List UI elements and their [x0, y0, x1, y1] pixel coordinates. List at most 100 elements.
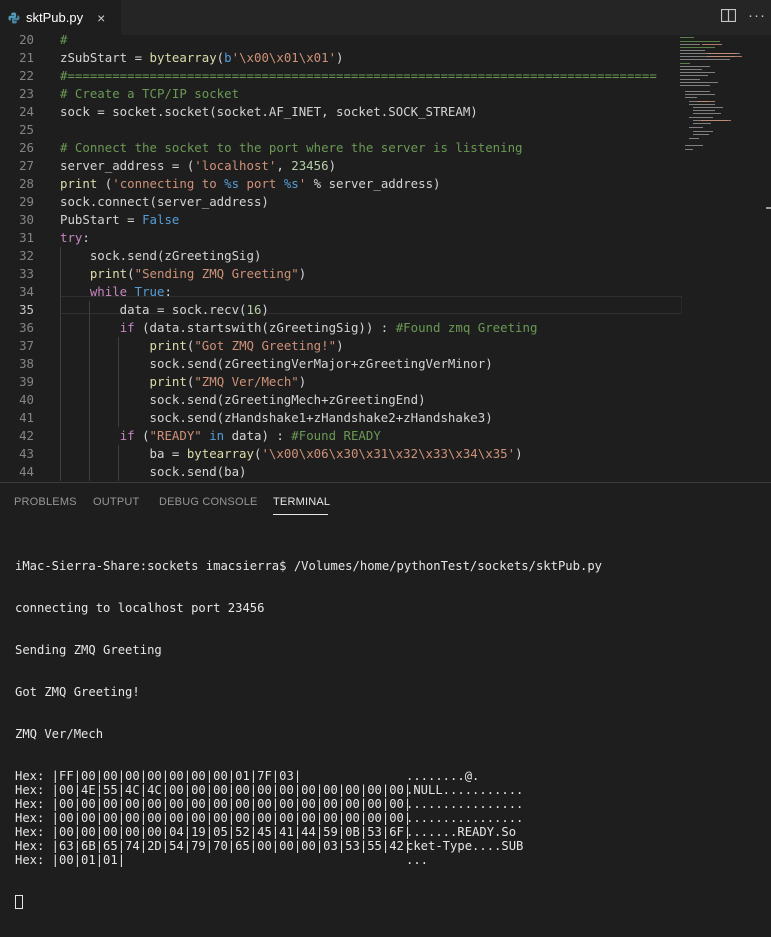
code-token: zSubStart =	[60, 50, 150, 65]
line-number: 24	[19, 104, 34, 119]
minimap[interactable]	[677, 35, 767, 165]
hex-ascii: ................	[406, 797, 524, 811]
line-number: 39	[19, 374, 34, 389]
code-token: sock.send(zHandshake1+zHandshake2+zHands…	[60, 410, 493, 425]
hex-ascii: ...	[406, 853, 429, 867]
code-text: try:	[60, 229, 90, 247]
code-token: (	[127, 266, 135, 281]
split-editor-icon[interactable]	[721, 9, 736, 22]
line-number: 22	[19, 68, 34, 83]
hex-ascii: ........@.	[406, 769, 480, 783]
code-token: sock.send(zGreetingSig)	[60, 248, 262, 263]
line-number: 20	[19, 35, 34, 47]
code-text: sock.connect(server_address)	[60, 193, 269, 211]
code-token: ,	[276, 158, 292, 173]
code-line: 41 sock.send(zHandshake1+zHandshake2+zHa…	[0, 409, 680, 427]
terminal-line: iMac-Sierra-Share:sockets imacsierra$ /V…	[15, 559, 602, 573]
hex-bytes: Hex: |00|00|00|00|00|00|00|00|00|00|00|0…	[15, 811, 412, 825]
code-text: sock.send(zHandshake1+zHandshake2+zHands…	[60, 409, 493, 427]
code-token: (	[134, 428, 150, 443]
close-icon[interactable]: ×	[97, 10, 105, 26]
terminal-line: Sending ZMQ Greeting	[15, 643, 162, 657]
editor-tab-bar: sktPub.py × ···	[0, 0, 771, 35]
code-line: 39 print("ZMQ Ver/Mech")	[0, 373, 680, 391]
tab-debug-console[interactable]: DEBUG CONSOLE	[159, 496, 258, 508]
code-line: 29 sock.connect(server_address)	[0, 193, 680, 211]
code-text: print ('connecting to %s port %s' % serv…	[60, 175, 441, 193]
tab-terminal[interactable]: TERMINAL	[273, 496, 330, 508]
code-token: "ZMQ Ver/Mech"	[194, 374, 299, 389]
code-token: print	[60, 176, 98, 191]
code-text: ba = bytearray('\x00\x06\x30\x31\x32\x33…	[60, 445, 523, 463]
code-line: 38 sock.send(zGreetingVerMajor+zGreeting…	[0, 355, 680, 373]
code-token: bytearray	[149, 50, 217, 65]
tab-output[interactable]: OUTPUT	[93, 496, 139, 508]
code-line: 27 server_address = ('localhost', 23456)	[0, 157, 680, 175]
line-number: 38	[19, 356, 34, 371]
code-token: in	[209, 428, 225, 443]
code-token: ba =	[60, 446, 187, 461]
line-number: 26	[19, 140, 34, 155]
scrollbar-marker[interactable]	[766, 207, 771, 209]
hex-dump-row: Hex: |00|00|00|00|00|00|00|00|00|00|00|0…	[15, 811, 602, 825]
indent-guide	[118, 337, 119, 427]
code-text: print("Sending ZMQ Greeting")	[60, 265, 306, 283]
code-token: bytearray	[186, 446, 254, 461]
code-line: 22 #=====================================…	[0, 67, 680, 85]
code-line: 32 sock.send(zGreetingSig)	[0, 247, 680, 265]
more-actions-icon[interactable]: ···	[748, 7, 766, 24]
hex-ascii: .......READY.So	[406, 825, 517, 839]
terminal-line: Got ZMQ Greeting!	[15, 685, 140, 699]
code-token: 'connecting to	[112, 176, 225, 191]
code-token: 'localhost'	[194, 158, 277, 173]
line-number: 33	[19, 266, 34, 281]
hex-dump-row: Hex: |00|00|00|00|00|00|00|00|00|00|00|0…	[15, 797, 602, 811]
code-token: sock = socket.socket(socket.AF_INET, soc…	[60, 104, 478, 119]
code-token: if	[119, 320, 135, 335]
code-token: 16	[246, 302, 262, 317]
panel-tab-bar: PROBLEMS OUTPUT DEBUG CONSOLE TERMINAL	[0, 483, 771, 521]
code-line: 43 ba = bytearray('\x00\x06\x30\x31\x32\…	[0, 445, 680, 463]
line-number: 35	[19, 302, 34, 317]
code-token: True	[134, 284, 165, 299]
code-token: )	[515, 446, 523, 461]
line-number: 43	[19, 446, 34, 461]
code-token: data = sock.recv(	[60, 302, 247, 317]
code-token: while	[89, 284, 128, 299]
line-number: 29	[19, 194, 34, 209]
code-token: )	[328, 158, 337, 173]
hex-dump-row: Hex: |00|4E|55|4C|4C|00|00|00|00|00|00|0…	[15, 783, 602, 797]
code-token: )	[298, 374, 307, 389]
code-text: sock.send(zGreetingMech+zGreetingEnd)	[60, 391, 426, 409]
code-text: sock.send(zGreetingSig)	[60, 247, 262, 265]
code-editor[interactable]: 20 #21 zSubStart = bytearray(b'\x00\x01\x0…	[0, 35, 771, 482]
hex-dump-row: Hex: |FF|00|00|00|00|00|00|00|01|7F|03|.…	[15, 769, 602, 783]
code-token: PubStart =	[60, 212, 143, 227]
tab-label: sktPub.py	[26, 10, 84, 25]
code-text: print("ZMQ Ver/Mech")	[60, 373, 307, 391]
hex-bytes: Hex: |63|6B|65|74|2D|54|79|70|65|00|00|0…	[15, 839, 412, 853]
tab-problems[interactable]: PROBLEMS	[14, 496, 77, 508]
code-token: % server_address)	[306, 176, 441, 191]
line-number: 44	[19, 464, 34, 479]
terminal-output[interactable]: iMac-Sierra-Share:sockets imacsierra$ /V…	[15, 531, 602, 937]
code-token: # Create a TCP/IP socket	[60, 86, 240, 101]
code-token: #	[60, 35, 68, 47]
tab-sktpub[interactable]: sktPub.py ×	[0, 0, 121, 35]
code-text: if (data.startswith(zGreetingSig)) : #Fo…	[60, 319, 538, 337]
code-token: try	[60, 230, 83, 245]
hex-bytes: Hex: |00|4E|55|4C|4C|00|00|00|00|00|00|0…	[15, 783, 412, 797]
code-line: 44 sock.send(ba)	[0, 463, 680, 481]
code-line: 23 # Create a TCP/IP socket	[0, 85, 680, 103]
code-line: 33 print("Sending ZMQ Greeting")	[0, 265, 680, 283]
indent-guide	[118, 445, 119, 481]
line-number: 37	[19, 338, 34, 353]
terminal-cursor	[15, 895, 23, 909]
code-token: )	[336, 338, 344, 353]
code-token: if	[119, 428, 135, 443]
line-number: 21	[19, 50, 34, 65]
